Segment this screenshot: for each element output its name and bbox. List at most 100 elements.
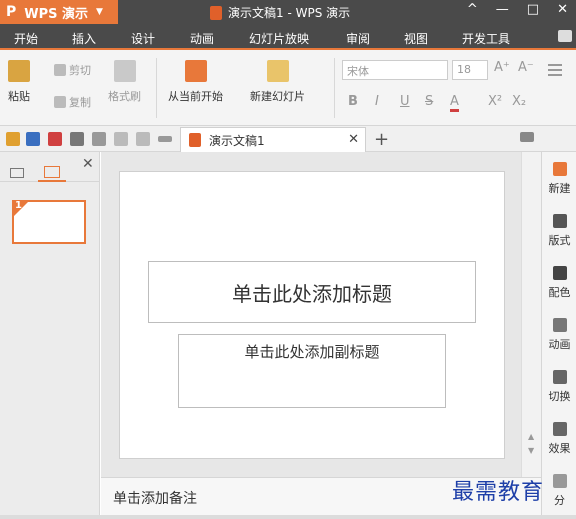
presentation-file-icon: [189, 133, 201, 147]
bold-button[interactable]: B: [348, 94, 358, 109]
subtitle-placeholder[interactable]: 单击此处添加副标题: [178, 334, 446, 408]
undo-icon[interactable]: [114, 132, 128, 146]
scissors-icon: [54, 64, 66, 76]
panel-tabs: ✕: [0, 152, 100, 182]
vertical-scrollbar[interactable]: ▲ ▼: [521, 152, 541, 477]
new-tab-button[interactable]: +: [374, 129, 389, 150]
slide-number: 1: [15, 200, 22, 211]
tab-animation[interactable]: 动画: [190, 30, 214, 47]
scroll-next-icon[interactable]: ▼: [528, 446, 534, 455]
customize-dropdown-icon[interactable]: [158, 136, 172, 142]
scroll-prev-icon[interactable]: ▲: [528, 432, 534, 441]
list-icon[interactable]: [548, 64, 562, 79]
app-name: WPS 演示: [24, 6, 89, 22]
task-new-button[interactable]: 新建: [542, 162, 576, 196]
tab-design[interactable]: 设计: [131, 30, 155, 47]
task-animation-button[interactable]: 动画: [542, 318, 576, 352]
slide-editor: 单击此处添加标题 单击此处添加副标题: [101, 152, 521, 477]
new-slide-icon: [266, 60, 289, 82]
task-effects-button[interactable]: 效果: [542, 422, 576, 456]
paste-label: 粘贴: [8, 90, 30, 103]
tab-review[interactable]: 审阅: [346, 30, 370, 47]
close-panel-button[interactable]: ✕: [82, 156, 94, 172]
chevron-down-icon: ▼: [96, 7, 103, 17]
task-transition-button[interactable]: 切换: [542, 370, 576, 404]
tab-home[interactable]: 开始: [11, 30, 41, 52]
presentation-icon: [210, 5, 222, 20]
window-title-text: 演示文稿1 - WPS 演示: [228, 6, 351, 20]
task-layout-button[interactable]: 版式: [542, 214, 576, 248]
animation-icon: [552, 318, 567, 332]
active-tab-indicator: [38, 180, 66, 182]
task-color-button[interactable]: 配色: [542, 266, 576, 300]
shrink-font-button[interactable]: A⁻: [518, 60, 534, 75]
more-icon: [552, 474, 567, 488]
transition-icon: [552, 370, 567, 384]
effects-icon: [552, 422, 567, 436]
ribbon: 粘贴 剪切 复制 格式刷 从当前开始 新建幻灯片 宋体 18 A⁺ A⁻ B I…: [0, 50, 576, 126]
print-preview-icon[interactable]: [92, 132, 106, 146]
outline-view-icon[interactable]: [10, 168, 24, 178]
task-layout-label: 版式: [548, 234, 571, 247]
underline-button[interactable]: U: [400, 94, 410, 109]
redo-icon[interactable]: [136, 132, 150, 146]
font-color-button[interactable]: A: [450, 94, 459, 112]
collapse-ribbon-button[interactable]: ^: [467, 2, 478, 17]
superscript-button[interactable]: X²: [488, 94, 502, 109]
title-bar: P WPS 演示 ▼ 演示文稿1 - WPS 演示 ^ — □ ✕: [0, 0, 576, 26]
copy-label: 复制: [69, 96, 91, 109]
subscript-button[interactable]: X₂: [512, 94, 526, 109]
wps-logo-icon: P: [6, 4, 17, 20]
tab-slideshow[interactable]: 幻灯片放映: [249, 30, 309, 47]
app-menu-button[interactable]: P WPS 演示 ▼: [0, 0, 118, 24]
close-tab-button[interactable]: ✕: [348, 132, 359, 147]
copy-button[interactable]: 复制: [54, 94, 91, 110]
window-controls: ^ — □ ✕: [467, 2, 568, 17]
new-slide-button[interactable]: 新建幻灯片: [250, 60, 305, 104]
cut-button[interactable]: 剪切: [54, 62, 91, 78]
font-name-select[interactable]: 宋体: [342, 60, 448, 80]
new-icon: [552, 162, 567, 176]
title-placeholder[interactable]: 单击此处添加标题: [148, 261, 476, 323]
task-more-button[interactable]: 分: [542, 474, 576, 508]
palette-icon: [552, 266, 567, 280]
tab-developer[interactable]: 开发工具: [459, 30, 513, 52]
clipboard-icon: [8, 60, 30, 82]
grow-font-button[interactable]: A⁺: [494, 60, 510, 75]
status-bar: [0, 515, 576, 519]
font-size-select[interactable]: 18: [452, 60, 488, 80]
tab-view[interactable]: 视图: [404, 30, 428, 47]
slide-canvas[interactable]: 单击此处添加标题 单击此处添加副标题: [119, 171, 505, 459]
slideshow-play-icon: [184, 60, 207, 82]
ribbon-divider: [334, 58, 335, 118]
layout-icon: [552, 214, 567, 228]
cut-label: 剪切: [69, 64, 91, 77]
close-window-button[interactable]: ✕: [557, 2, 568, 17]
export-pdf-icon[interactable]: [48, 132, 62, 146]
slides-view-icon[interactable]: [44, 166, 60, 178]
brush-icon: [113, 60, 136, 82]
task-effects-label: 效果: [548, 442, 571, 455]
document-tab[interactable]: 演示文稿1 ✕: [180, 127, 366, 152]
from-current-label: 从当前开始: [168, 90, 223, 103]
tab-insert[interactable]: 插入: [72, 30, 96, 47]
window-title: 演示文稿1 - WPS 演示: [210, 4, 350, 21]
slide-number-badge: 1: [12, 200, 30, 218]
from-current-button[interactable]: 从当前开始: [168, 60, 223, 104]
skin-icon[interactable]: [558, 30, 572, 42]
document-tab-label: 演示文稿1: [209, 133, 265, 148]
format-painter-label: 格式刷: [108, 90, 141, 103]
quick-access-toolbar: 演示文稿1 ✕ +: [0, 126, 576, 152]
notes-placeholder: 单击添加备注: [113, 491, 197, 507]
slides-panel: ✕ 1: [0, 152, 100, 519]
open-folder-icon[interactable]: [6, 132, 20, 146]
strikethrough-button[interactable]: S: [425, 94, 433, 109]
italic-button[interactable]: I: [375, 94, 379, 109]
tab-list-icon[interactable]: [520, 132, 534, 142]
print-icon[interactable]: [70, 132, 84, 146]
paste-button[interactable]: 粘贴: [8, 60, 30, 104]
minimize-button[interactable]: —: [496, 2, 509, 17]
format-painter-button[interactable]: 格式刷: [108, 60, 141, 104]
maximize-button[interactable]: □: [527, 2, 539, 17]
save-icon[interactable]: [26, 132, 40, 146]
